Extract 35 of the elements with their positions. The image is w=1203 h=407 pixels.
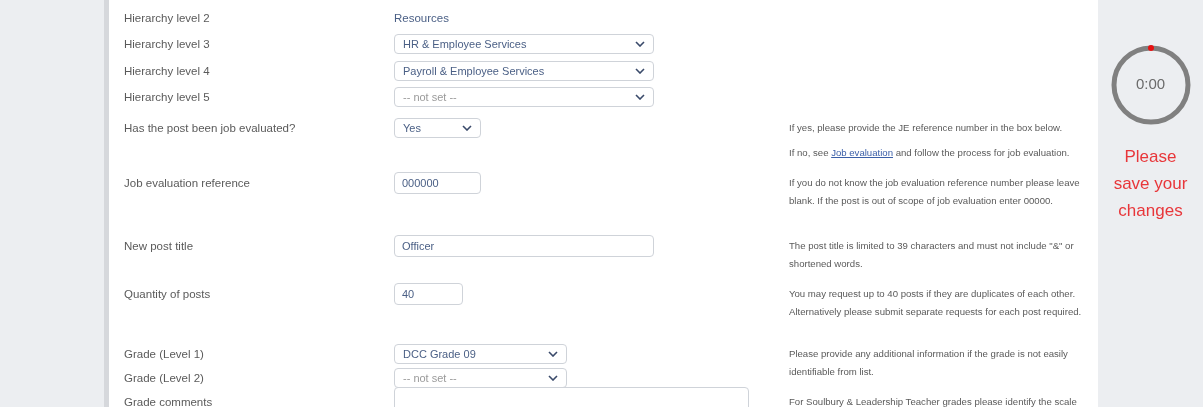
chevron-down-icon <box>635 68 645 74</box>
dropdown[interactable]: Yes <box>394 118 481 138</box>
dropdown[interactable]: Payroll & Employee Services <box>394 61 654 81</box>
chevron-down-icon <box>635 94 645 100</box>
help-text: If yes, please provide the JE reference number in the box below. <box>789 121 1064 135</box>
save-warning: Please save your changes <box>1112 146 1189 222</box>
job-evaluation-link[interactable]: Job evaluation <box>831 147 893 158</box>
dropdown[interactable]: HR & Employee Services <box>394 34 654 54</box>
field-label: Hierarchy level 4 <box>124 64 211 79</box>
field-label: Hierarchy level 5 <box>124 90 211 105</box>
field-label: Job evaluation reference <box>124 176 251 191</box>
field-label: Hierarchy level 3 <box>124 37 211 52</box>
help-text: Please provide any additional information if the grade is not easily identifiable from list. <box>789 347 1069 379</box>
chevron-down-icon <box>548 375 558 381</box>
help-text: The post title is limited to 39 characters and must not include "&" or shortened words. <box>789 239 1075 271</box>
timer-value: 0:00 <box>1135 75 1166 92</box>
field-label: Has the post been job evaluated? <box>124 121 297 136</box>
field-label: Grade (Level 1) <box>124 347 205 362</box>
field-label: New post title <box>124 239 195 254</box>
chevron-down-icon <box>462 125 472 131</box>
input-field[interactable]: 40 <box>394 283 463 305</box>
help-text: You may request up to 40 posts if they are duplicates of each other. Alternatively please submit separate requests for each post required. <box>789 287 1083 319</box>
field-label: Grade (Level 2) <box>124 371 205 386</box>
field-label: Grade comments <box>124 395 214 407</box>
chevron-down-icon <box>548 351 558 357</box>
field-value: Resources <box>394 12 449 24</box>
help-text: If you do not know the job evaluation reference number please leave blank. If the post is out of scope of job evaluation enter 00000. <box>789 176 1081 208</box>
chevron-down-icon <box>635 41 645 47</box>
input-field[interactable]: 000000 <box>394 172 481 194</box>
dropdown[interactable]: DCC Grade 09 <box>394 344 567 364</box>
field-label: Hierarchy level 2 <box>124 11 211 26</box>
help-text: If no, see Job evaluation and follow the process for job evaluation. <box>789 146 1071 160</box>
help-text: For Soulbury & Leadership Teacher grades please identify the scale <box>789 395 1078 407</box>
field-label: Quantity of posts <box>124 287 212 302</box>
input-field[interactable]: Officer <box>394 235 654 257</box>
